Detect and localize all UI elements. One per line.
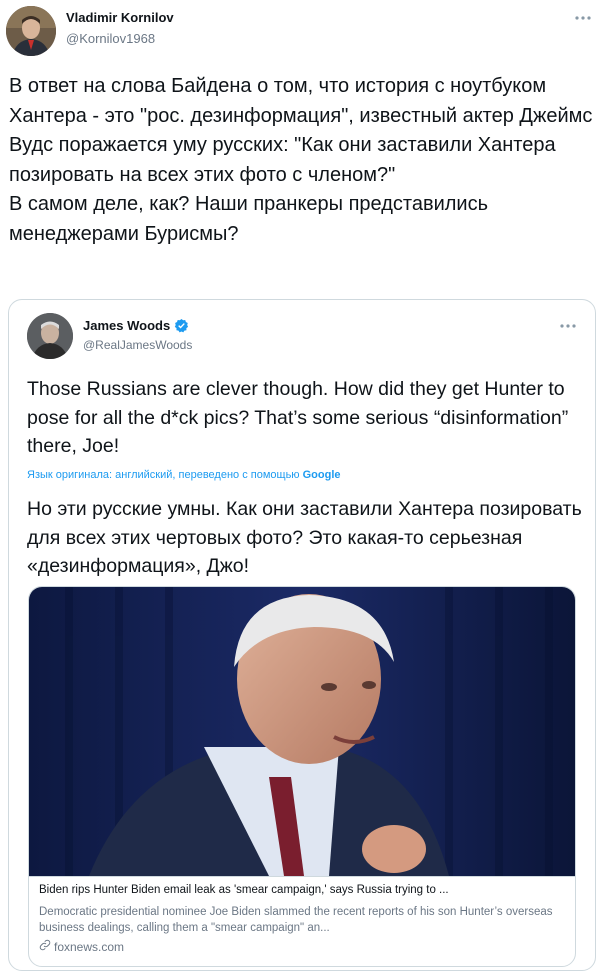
link-card[interactable]: Biden rips Hunter Biden email leak as 's… — [28, 586, 576, 967]
card-title[interactable]: Biden rips Hunter Biden email leak as 's… — [39, 884, 567, 896]
quoted-author-avatar[interactable] — [27, 313, 73, 359]
verified-badge-icon — [174, 318, 189, 333]
card-description: Democratic presidential nominee Joe Bide… — [39, 906, 553, 934]
quoted-author-name[interactable]: James Woods — [83, 318, 189, 333]
google-logo: Google — [302, 469, 341, 481]
card-domain[interactable]: foxnews.com — [39, 939, 124, 954]
author-avatar[interactable] — [6, 6, 56, 56]
card-info: Biden rips Hunter Biden email leak as 's… — [29, 876, 575, 966]
translation-note[interactable]: Язык оригинала: английский, переведено с… — [27, 469, 341, 481]
author-name[interactable]: Vladimir Kornilov — [66, 10, 174, 25]
quoted-more-options-icon[interactable] — [559, 318, 577, 332]
more-options-icon[interactable] — [574, 10, 592, 24]
translated-tweet-text: Но эти русские умны. Как они заставили Х… — [27, 498, 582, 577]
link-icon — [39, 939, 51, 954]
quoted-tweet-text: Those Russians are clever though. How di… — [27, 378, 569, 457]
translation-note-text: Язык оригинала: английский, переведено с… — [27, 469, 300, 481]
quoted-author-name-text: James Woods — [83, 318, 171, 333]
card-domain-text: foxnews.com — [54, 939, 125, 954]
card-image — [29, 587, 575, 876]
tweet-text: В ответ на слова Байдена о том, что исто… — [9, 75, 593, 245]
quoted-tweet[interactable]: James Woods @RealJamesWoods Those Russia… — [8, 299, 596, 971]
quoted-author-handle[interactable]: @RealJamesWoods — [83, 338, 192, 352]
tweet: Vladimir Kornilov @Kornilov1968 В ответ … — [0, 0, 604, 973]
author-handle[interactable]: @Kornilov1968 — [66, 31, 155, 46]
